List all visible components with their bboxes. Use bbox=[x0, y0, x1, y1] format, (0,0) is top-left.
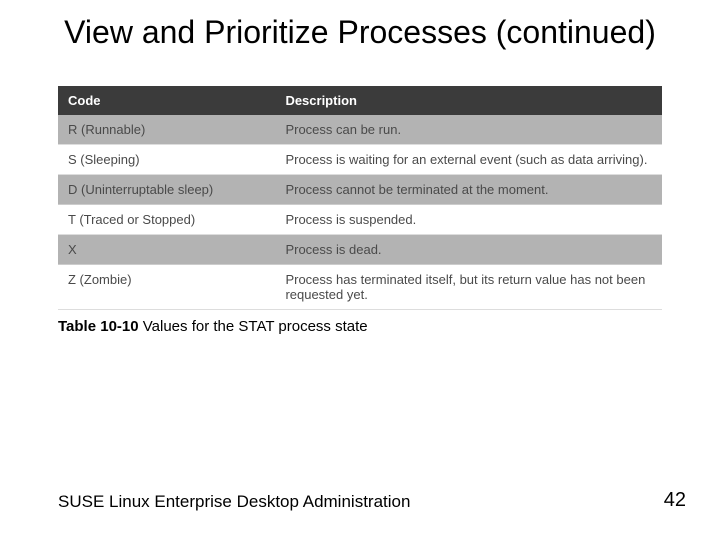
cell-code: Z (Zombie) bbox=[58, 265, 275, 310]
cell-desc: Process is suspended. bbox=[275, 205, 662, 235]
cell-code: X bbox=[58, 235, 275, 265]
table-header-code: Code bbox=[58, 86, 275, 115]
table-row: D (Uninterruptable sleep) Process cannot… bbox=[58, 175, 662, 205]
page-number: 42 bbox=[664, 489, 686, 512]
cell-desc: Process cannot be terminated at the mome… bbox=[275, 175, 662, 205]
cell-desc: Process is dead. bbox=[275, 235, 662, 265]
table-row: R (Runnable) Process can be run. bbox=[58, 115, 662, 145]
slide: View and Prioritize Processes (continued… bbox=[0, 0, 720, 540]
caption-bold: Table 10-10 bbox=[58, 318, 139, 335]
footer-text: SUSE Linux Enterprise Desktop Administra… bbox=[58, 492, 410, 512]
stat-table: Code Description R (Runnable) Process ca… bbox=[58, 86, 662, 310]
caption-rest: Values for the STAT process state bbox=[139, 318, 368, 335]
table-row: Z (Zombie) Process has terminated itself… bbox=[58, 265, 662, 310]
cell-code: R (Runnable) bbox=[58, 115, 275, 145]
cell-code: D (Uninterruptable sleep) bbox=[58, 175, 275, 205]
cell-code: T (Traced or Stopped) bbox=[58, 205, 275, 235]
slide-title: View and Prioritize Processes (continued… bbox=[0, 0, 720, 52]
stat-table-container: Code Description R (Runnable) Process ca… bbox=[0, 86, 720, 310]
table-caption: Table 10-10 Values for the STAT process … bbox=[58, 318, 662, 335]
table-row: S (Sleeping) Process is waiting for an e… bbox=[58, 145, 662, 175]
table-header-row: Code Description bbox=[58, 86, 662, 115]
cell-code: S (Sleeping) bbox=[58, 145, 275, 175]
table-row: X Process is dead. bbox=[58, 235, 662, 265]
cell-desc: Process has terminated itself, but its r… bbox=[275, 265, 662, 310]
cell-desc: Process can be run. bbox=[275, 115, 662, 145]
table-row: T (Traced or Stopped) Process is suspend… bbox=[58, 205, 662, 235]
table-header-desc: Description bbox=[275, 86, 662, 115]
cell-desc: Process is waiting for an external event… bbox=[275, 145, 662, 175]
